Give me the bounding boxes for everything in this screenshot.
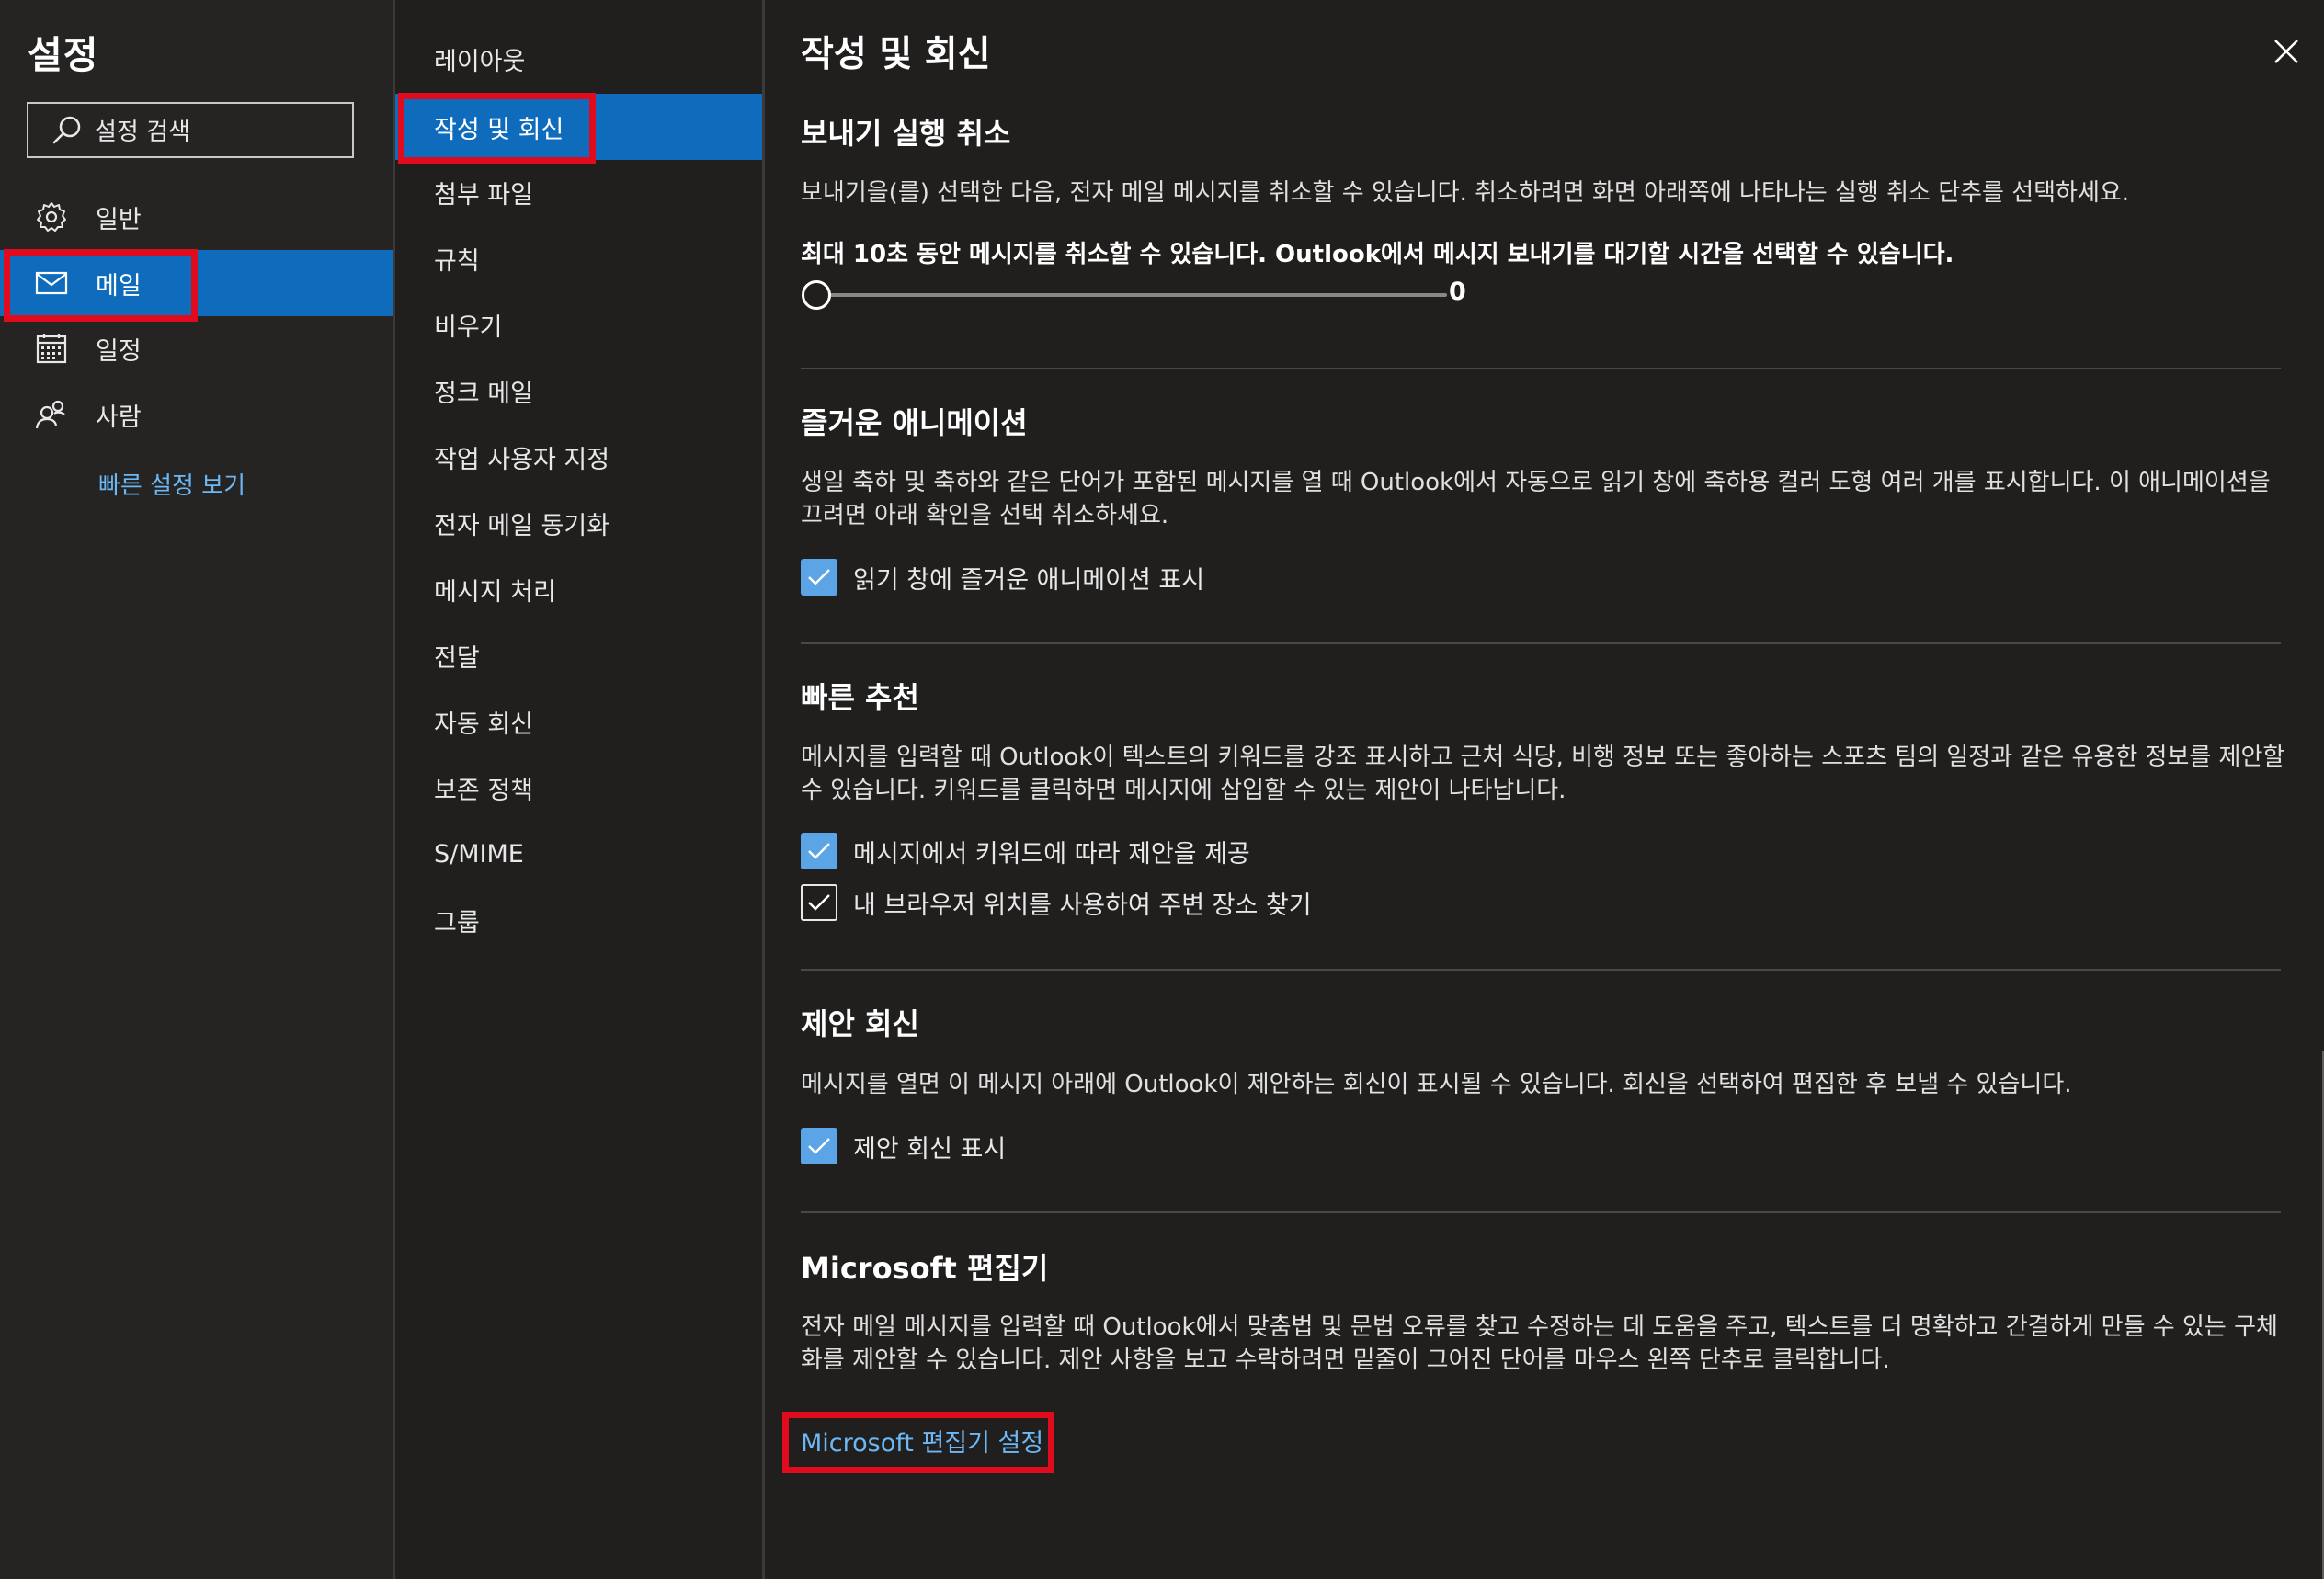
mail-subcategories-pane: 레이아웃 작성 및 회신 첨부 파일 규칙 비우기 정크 메일 작업 사용자 지… bbox=[393, 0, 762, 1579]
subnav-layout[interactable]: 레이아웃 bbox=[395, 26, 762, 92]
editor-settings-link[interactable]: Microsoft 편집기 설정 bbox=[801, 1423, 1043, 1459]
suggested-replies-checkbox-row[interactable]: 제안 회신 표시 bbox=[801, 1127, 1006, 1165]
editor-title: Microsoft 편집기 bbox=[801, 1251, 1049, 1286]
pane-title: 작성 및 회신 bbox=[801, 34, 991, 75]
undo-send-title: 보내기 실행 취소 bbox=[801, 116, 1011, 151]
subnav-automatic-replies[interactable]: 자동 회신 bbox=[395, 688, 762, 755]
suggestions-description: 메시지를 입력할 때 Outlook이 텍스트의 키워드를 강조 표시하고 근처… bbox=[801, 744, 2285, 804]
category-label: 메일 bbox=[96, 271, 142, 301]
category-mail[interactable]: 메일 bbox=[0, 250, 393, 316]
undo-send-description: 보내기을(를) 선택한 다음, 전자 메일 메시지를 취소할 수 있습니다. 취… bbox=[801, 179, 2130, 207]
undo-send-slider-track[interactable] bbox=[816, 293, 1447, 297]
checkmark-icon bbox=[808, 1138, 830, 1154]
suggestions-keyword-checkbox-label: 메시지에서 키워드에 따라 제안을 제공 bbox=[853, 839, 1250, 869]
section-divider bbox=[801, 642, 2281, 644]
subnav-junk-email[interactable]: 정크 메일 bbox=[395, 358, 762, 424]
subnav-compose-and-reply[interactable]: 작성 및 회신 bbox=[395, 94, 762, 160]
subnav-sweep[interactable]: 비우기 bbox=[395, 291, 762, 358]
subnav-customize-actions[interactable]: 작업 사용자 지정 bbox=[395, 424, 762, 490]
compose-and-reply-settings-pane: 작성 및 회신 보내기 실행 취소 보내기을(를) 선택한 다음, 전자 메일 … bbox=[762, 0, 2324, 1579]
subnav-retention-policies[interactable]: 보존 정책 bbox=[395, 755, 762, 821]
browser-location-checkbox[interactable] bbox=[801, 884, 837, 921]
subnav-groups[interactable]: 그룹 bbox=[395, 887, 762, 953]
suggested-replies-title: 제안 회신 bbox=[801, 1006, 919, 1041]
settings-title: 설정 bbox=[28, 33, 99, 77]
category-label: 일반 bbox=[96, 205, 142, 234]
settings-search-input[interactable]: 설정 검색 bbox=[27, 102, 354, 158]
suggested-replies-description: 메시지를 열면 이 메시지 아래에 Outlook이 제안하는 회신이 표시될 … bbox=[801, 1071, 2072, 1098]
undo-send-slider-value: 0 bbox=[1449, 278, 1466, 306]
close-icon bbox=[2274, 40, 2298, 63]
subnav-forwarding[interactable]: 전달 bbox=[395, 622, 762, 688]
subnav-rules[interactable]: 규칙 bbox=[395, 225, 762, 291]
subnav-smime[interactable]: S/MIME bbox=[395, 821, 762, 887]
close-button[interactable] bbox=[2270, 35, 2303, 68]
animations-checkbox[interactable] bbox=[801, 559, 837, 596]
browser-location-checkbox-label: 내 브라우저 위치를 사용하여 주변 장소 찾기 bbox=[853, 891, 1312, 920]
suggestions-keyword-checkbox[interactable] bbox=[801, 833, 837, 869]
undo-send-slider-label: 최대 10초 동안 메시지를 취소할 수 있습니다. Outlook에서 메시지… bbox=[801, 241, 1954, 268]
category-label: 일정 bbox=[96, 336, 142, 366]
animations-description: 생일 축하 및 축하와 같은 단어가 포함된 메시지를 열 때 Outlook에… bbox=[801, 469, 2271, 529]
search-placeholder: 설정 검색 bbox=[95, 119, 190, 146]
editor-description: 전자 메일 메시지를 입력할 때 Outlook에서 맞춤법 및 문법 오류를 … bbox=[801, 1313, 2278, 1374]
animations-title: 즐거운 애니메이션 bbox=[801, 405, 1028, 440]
section-divider bbox=[801, 368, 2281, 369]
undo-send-slider-thumb[interactable] bbox=[802, 280, 831, 310]
section-divider bbox=[801, 969, 2281, 971]
animations-checkbox-row[interactable]: 읽기 창에 즐거운 애니메이션 표시 bbox=[801, 558, 1204, 596]
suggestions-keyword-checkbox-row[interactable]: 메시지에서 키워드에 따라 제안을 제공 bbox=[801, 832, 1250, 870]
animations-checkbox-label: 읽기 창에 즐거운 애니메이션 표시 bbox=[853, 565, 1205, 595]
section-divider bbox=[801, 1211, 2281, 1213]
checkmark-icon bbox=[808, 894, 830, 911]
category-people[interactable]: 사람 bbox=[0, 381, 393, 448]
gear-icon bbox=[33, 199, 70, 235]
category-label: 사람 bbox=[96, 403, 142, 432]
checkmark-icon bbox=[808, 843, 830, 859]
checkmark-icon bbox=[808, 569, 830, 585]
settings-categories-pane: 설정 설정 검색 일반 메일 일정 사람 빠른 설정 보기 bbox=[0, 0, 393, 1579]
suggestions-title: 빠른 추천 bbox=[801, 680, 919, 715]
category-calendar[interactable]: 일정 bbox=[0, 315, 393, 381]
calendar-icon bbox=[33, 330, 70, 367]
people-icon bbox=[33, 396, 70, 433]
subnav-attachments[interactable]: 첨부 파일 bbox=[395, 159, 762, 225]
suggested-replies-checkbox-label: 제안 회신 표시 bbox=[853, 1134, 1007, 1164]
suggested-replies-checkbox[interactable] bbox=[801, 1128, 837, 1164]
subnav-message-handling[interactable]: 메시지 처리 bbox=[395, 556, 762, 622]
browser-location-checkbox-row[interactable]: 내 브라우저 위치를 사용하여 주변 장소 찾기 bbox=[801, 883, 1312, 922]
quick-settings-link[interactable]: 빠른 설정 보기 bbox=[98, 467, 245, 501]
subnav-sync-email[interactable]: 전자 메일 동기화 bbox=[395, 490, 762, 556]
category-general[interactable]: 일반 bbox=[0, 184, 393, 250]
mail-icon bbox=[33, 265, 70, 301]
search-icon bbox=[49, 112, 85, 149]
